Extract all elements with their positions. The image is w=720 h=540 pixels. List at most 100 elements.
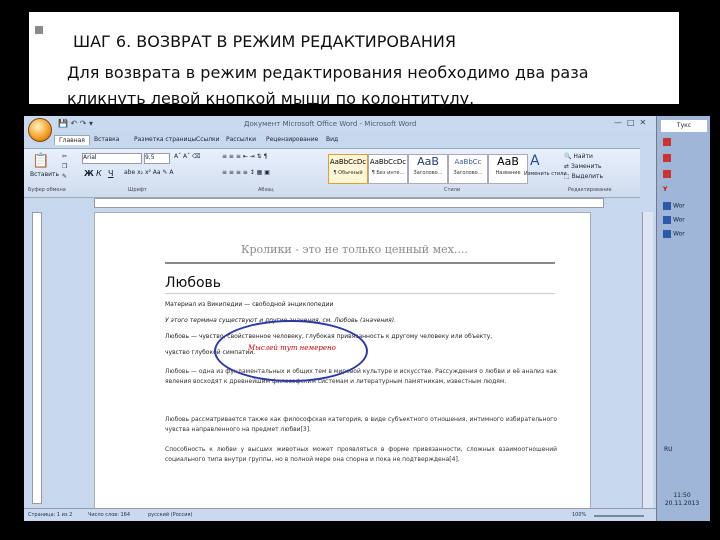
style-sample: AaBbCc [454, 158, 482, 166]
office-button[interactable] [28, 118, 52, 142]
heading-divider [165, 293, 555, 294]
paragraph-group-label: Абзац [258, 187, 274, 193]
title-bar: 💾 ↶ ↷ ▾ Документ Microsoft Office Word -… [24, 116, 656, 132]
tab-view[interactable]: Вид [326, 136, 338, 143]
slide-title: ШАГ 6. ВОЗВРАТ В РЕЖИМ РЕДАКТИРОВАНИЯ [73, 32, 457, 51]
replace-label: Заменить [570, 163, 602, 170]
cut-icon[interactable]: ✂ [62, 153, 67, 160]
editing-group-label: Редактирование [568, 187, 612, 193]
style-name: Заголово... [413, 170, 443, 176]
taskbar-item-label: Wor [673, 216, 685, 224]
find-button[interactable]: 🔍 Найти [564, 153, 593, 160]
status-words[interactable]: Число слов: 164 [88, 512, 130, 518]
status-bar: Страница: 1 из 2 Число слов: 164 русский… [24, 508, 656, 521]
paragraph-1: Любовь — одна из фундаментальных и общих… [165, 368, 557, 385]
vertical-scrollbar[interactable] [642, 212, 653, 508]
page-header-text[interactable]: Кролики - это не только ценный мех.... [241, 243, 468, 256]
style-sample: AaBbCcDc [369, 158, 407, 166]
taskbar-panel: Тукс Y Wor Wor Wor [656, 116, 710, 521]
change-styles-icon[interactable]: A [530, 153, 540, 169]
style-heading2[interactable]: AaBbCc Заголово... [448, 154, 488, 184]
taskbar-item-label: Wor [673, 202, 685, 210]
taskbar-item[interactable]: Wor [663, 230, 685, 238]
status-page[interactable]: Страница: 1 из 2 [28, 512, 72, 518]
clock-time: 11:50 [673, 492, 691, 499]
tab-page-layout[interactable]: Разметка страницы [134, 136, 196, 143]
style-no-spacing[interactable]: AaBbCcDc ¶ Без инте... [368, 154, 408, 184]
paste-icon[interactable]: 📋 [32, 153, 49, 169]
window-controls[interactable]: —□✕ [614, 118, 651, 127]
callout-text: Мыслей тут немерено [248, 344, 336, 352]
copy-icon[interactable]: ❐ [62, 163, 67, 170]
paragraph-2: Любовь рассматривается также как философ… [165, 416, 557, 433]
style-name: ¶ Обычный [333, 170, 363, 176]
grow-font-icon[interactable]: Aˆ Aˇ ⌫ [174, 153, 201, 160]
list-icons[interactable]: ≡ ≡ ≡ ⇤ ⇥ ⇅ ¶ [222, 153, 267, 160]
word-icon [663, 202, 671, 210]
style-name: Заголово... [453, 170, 483, 176]
style-title[interactable]: AaB Название [488, 154, 528, 184]
font-group-label: Шрифт [128, 187, 147, 193]
styles-group-label: Стили [444, 187, 461, 193]
taskbar-item[interactable] [663, 170, 673, 178]
article-heading: Любовь [165, 275, 222, 291]
style-heading1[interactable]: AaB Заголово... [408, 154, 448, 184]
app-title: Документ Microsoft Office Word - Microso… [244, 120, 417, 128]
word-icon [663, 230, 671, 238]
taskbar-item[interactable] [663, 154, 673, 162]
style-name: ¶ Без инте... [371, 170, 405, 176]
style-name: Название [495, 170, 521, 176]
bold-button[interactable]: Ж [84, 169, 94, 178]
tab-insert[interactable]: Вставка [94, 136, 119, 143]
replace-button[interactable]: ⇄ Заменить [564, 163, 602, 170]
taskbar-item[interactable]: Wor [663, 216, 685, 224]
clipboard-group-label: Буфер обмена [28, 187, 66, 193]
slide-text-panel: ШАГ 6. ВОЗВРАТ В РЕЖИМ РЕДАКТИРОВАНИЯ Дл… [29, 12, 679, 108]
app-icon [663, 138, 671, 146]
app-icon [663, 154, 671, 162]
italic-button[interactable]: К [96, 169, 102, 178]
zoom-slider[interactable] [594, 515, 644, 517]
tab-references[interactable]: Ссылки [196, 136, 220, 143]
word-window: 💾 ↶ ↷ ▾ Документ Microsoft Office Word -… [24, 116, 710, 521]
taskbar-item-label: Wor [673, 230, 685, 238]
zoom-level[interactable]: 100% [572, 512, 586, 518]
header-divider [165, 262, 555, 264]
style-sample: AaB [497, 155, 519, 168]
select-button[interactable]: ⬚ Выделить [564, 173, 603, 180]
vertical-ruler[interactable] [32, 212, 42, 504]
align-icons[interactable]: ≡ ≡ ≡ ≡ ↕ ▦ ▣ [222, 169, 270, 176]
tray-language[interactable]: RU [664, 446, 673, 453]
taskbar-item[interactable]: Wor [663, 202, 685, 210]
tab-mailings[interactable]: Рассылки [226, 136, 256, 143]
status-language[interactable]: русский (Россия) [148, 512, 192, 518]
bullet-icon [35, 26, 43, 34]
tab-review[interactable]: Рецензирование [266, 136, 318, 143]
yandex-item[interactable]: Y [663, 186, 667, 193]
paragraph-3: Способность к любви у высших животных мо… [165, 446, 557, 463]
find-label: Найти [573, 153, 593, 160]
font-size-select[interactable]: 9,5 [144, 153, 170, 164]
style-sample: AaB [417, 155, 439, 168]
font-effects-icons[interactable]: abe x₂ x² Aa ✎ A [124, 169, 174, 176]
tray-clock[interactable]: 11:50 20.11.2013 [660, 492, 704, 508]
word-icon [663, 216, 671, 224]
language-bar-header[interactable]: Тукс [661, 120, 707, 132]
style-normal[interactable]: AaBbCcDc ¶ Обычный [328, 154, 368, 184]
format-painter-icon[interactable]: ✎ [62, 173, 67, 180]
ribbon: 📋 Вставить ✂ ❐ ✎ Буфер обмена Arial 9,5 … [24, 148, 640, 198]
slide-description: Для возврата в режим редактирования необ… [67, 63, 589, 108]
taskbar-item[interactable] [663, 138, 673, 146]
tab-home[interactable]: Главная [54, 135, 90, 145]
horizontal-ruler[interactable] [94, 198, 604, 208]
underline-button[interactable]: Ч [108, 169, 113, 178]
style-sample: AaBbCcDc [329, 158, 367, 166]
font-name-select[interactable]: Arial [82, 153, 142, 164]
select-label: Выделить [571, 173, 604, 180]
source-line: Материал из Википедии — свободной энцикл… [165, 301, 334, 308]
app-icon [663, 170, 671, 178]
change-styles-button[interactable]: Изменить стили [524, 171, 567, 177]
clock-date: 20.11.2013 [664, 500, 700, 507]
paste-button[interactable]: Вставить [30, 171, 59, 178]
quick-access-toolbar[interactable]: 💾 ↶ ↷ ▾ [58, 119, 93, 128]
